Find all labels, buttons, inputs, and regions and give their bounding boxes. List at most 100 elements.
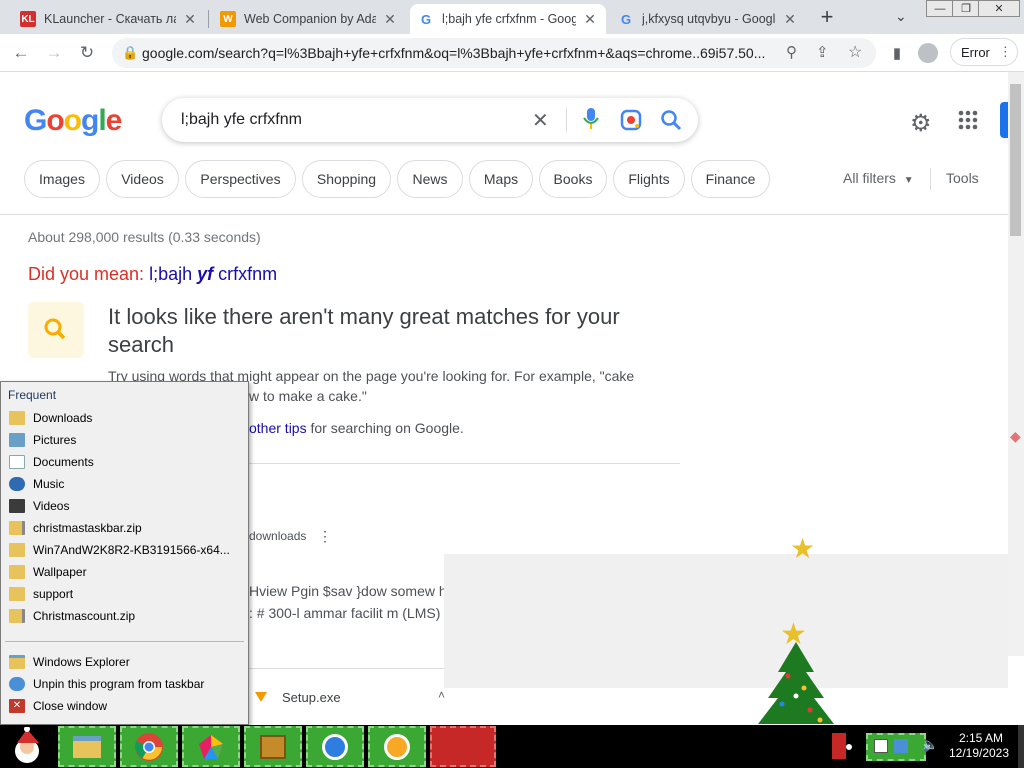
jump-item-videos[interactable]: Videos [9, 496, 69, 516]
back-arrow-icon[interactable]: ← [10, 42, 32, 64]
tab-title: KLauncher - Скачать лау [44, 12, 176, 26]
bookmark-star-icon[interactable]: ☆ [848, 42, 862, 62]
jump-action-close-window[interactable]: ✕ Close window [9, 696, 107, 716]
page-scrollbar[interactable] [1008, 72, 1024, 656]
taskbar-messenger-button[interactable] [306, 726, 364, 767]
chip-maps[interactable]: Maps [469, 160, 533, 198]
tray-icons-group[interactable] [866, 733, 926, 761]
archive-box-icon [260, 734, 286, 759]
side-panel-icon[interactable]: ▮ [886, 42, 908, 64]
clock-time[interactable]: 2:15 AM [950, 731, 1012, 745]
restore-window-icon[interactable]: ❐ [952, 0, 980, 17]
voice-search-mic-icon[interactable] [582, 106, 600, 132]
jump-action-label: Windows Explorer [33, 655, 130, 669]
tray-dot-icon [846, 744, 852, 750]
jump-item-support[interactable]: support [9, 584, 73, 604]
location-pin-icon[interactable]: ⚲ [786, 43, 797, 61]
clock-date[interactable]: 12/19/2023 [946, 746, 1012, 760]
tab-close-icon[interactable]: ✕ [782, 11, 798, 28]
close-browser-icon[interactable]: ✕ [978, 0, 1020, 17]
other-tips-link[interactable]: other tips [249, 420, 307, 436]
taskbar-vpn-button[interactable] [368, 726, 426, 767]
tab-google-search-2[interactable]: G j,kfxysq utqvbyu - Google ✕ [610, 4, 806, 34]
google-apps-grid-icon[interactable] [958, 110, 978, 130]
tab-close-icon[interactable]: ✕ [382, 11, 398, 28]
result-source-label: downloads [249, 529, 307, 543]
did-you-mean: Did you mean: l;bajh yf crfxfnm [28, 264, 277, 285]
google-doodle-logo[interactable]: Google [24, 104, 122, 138]
tab-close-icon[interactable]: ✕ [182, 11, 198, 28]
search-query-input[interactable]: l;bajh yfe crfxfnm [181, 111, 302, 129]
taskbar-app-button[interactable] [182, 726, 240, 767]
share-icon[interactable]: ⇪ [816, 43, 829, 61]
tab-web-companion[interactable]: W Web Companion by Adaw ✕ [212, 4, 406, 34]
download-filename[interactable]: Setup.exe [282, 690, 341, 705]
colorful-pentagon-app-icon [199, 734, 223, 759]
clear-search-icon[interactable]: ✕ [532, 108, 549, 133]
result-more-options-icon[interactable]: ⋮ [318, 528, 332, 545]
lens-camera-icon[interactable] [620, 109, 642, 131]
all-filters-label: All filters [843, 170, 896, 186]
chrome-icon [135, 732, 163, 761]
jump-item-music[interactable]: Music [9, 474, 64, 494]
unpin-icon [9, 677, 25, 691]
sign-in-button-edge[interactable] [1000, 102, 1008, 138]
tab-search-chevron-icon[interactable]: ⌄ [895, 8, 907, 25]
start-button-santa-icon[interactable] [2, 726, 52, 767]
settings-gear-icon[interactable]: ⚙ [910, 109, 932, 138]
jump-item-wallpaper[interactable]: Wallpaper [9, 562, 87, 582]
network-icon[interactable] [874, 739, 888, 753]
chip-books[interactable]: Books [539, 160, 607, 198]
jump-item-christmascount[interactable]: Christmascount.zip [9, 606, 135, 626]
search-magnifier-icon[interactable] [660, 109, 682, 131]
jump-item-label: Downloads [33, 411, 93, 425]
jump-item-christmastaskbar[interactable]: christmastaskbar.zip [9, 518, 142, 538]
jump-action-unpin[interactable]: Unpin this program from taskbar [9, 674, 204, 694]
chip-news[interactable]: News [397, 160, 463, 198]
chip-perspectives[interactable]: Perspectives [185, 160, 296, 198]
tab-google-search-active[interactable]: G l;bajh yfe crfxfnm - Goog ✕ [410, 4, 606, 34]
action-center-flag-icon[interactable] [894, 739, 908, 753]
tab-klauncher[interactable]: KL KLauncher - Скачать лау ✕ [12, 4, 206, 34]
minimize-window-icon[interactable]: — [926, 0, 954, 17]
address-bar[interactable]: 🔒 google.com/search?q=l%3Bbajh+yfe+crfxf… [112, 38, 876, 68]
suggestion-bold: yf [197, 264, 214, 284]
new-tab-plus-icon[interactable]: + [815, 6, 839, 30]
chip-flights[interactable]: Flights [613, 160, 685, 198]
suggestion-part: l;bajh [149, 264, 193, 284]
error-label: Error [961, 44, 990, 60]
chip-images[interactable]: Images [24, 160, 100, 198]
jump-item-documents[interactable]: Documents [9, 452, 94, 472]
chip-shopping[interactable]: Shopping [302, 160, 391, 198]
christmas-tree-icon: ★ [736, 616, 856, 726]
taskbar-active-window-button[interactable] [430, 726, 496, 767]
folder-icon [9, 543, 25, 557]
forward-arrow-icon[interactable]: → [43, 42, 65, 64]
tip-text-cont: w to make a cake." [249, 388, 367, 404]
show-desktop-button[interactable] [1018, 725, 1024, 768]
did-you-mean-link[interactable]: l;bajh yf crfxfnm [149, 264, 277, 284]
chip-finance[interactable]: Finance [691, 160, 770, 198]
jump-item-win7update[interactable]: Win7AndW2K8R2-KB3191566-x64... [9, 540, 230, 560]
tools-button[interactable]: Tools [946, 170, 979, 186]
scrollbar-thumb[interactable] [1010, 84, 1021, 236]
search-box[interactable]: l;bajh yfe crfxfnm ✕ [162, 98, 698, 142]
all-filters-button[interactable]: All filters ▼ [843, 170, 914, 186]
result-snippet-cont: : # 300-l ammar facilit m (LMS) [249, 605, 441, 621]
tab-close-icon[interactable]: ✕ [582, 11, 598, 28]
tab-strip: KL KLauncher - Скачать лау ✕ W Web Compa… [0, 0, 1024, 34]
jump-action-windows-explorer[interactable]: Windows Explorer [9, 652, 130, 672]
reload-icon[interactable]: ↻ [76, 42, 98, 64]
taskbar-archive-button[interactable] [244, 726, 302, 767]
download-expand-icon[interactable]: ˄ [438, 688, 445, 702]
jump-item-pictures[interactable]: Pictures [9, 430, 76, 450]
taskbar-chrome-button[interactable] [120, 726, 178, 767]
jump-item-downloads[interactable]: Downloads [9, 408, 92, 428]
error-button[interactable]: Error ⋮ [950, 38, 1018, 66]
profile-avatar-icon[interactable] [918, 43, 938, 63]
chip-videos[interactable]: Videos [106, 160, 179, 198]
volume-speaker-icon[interactable]: 🔈 [922, 737, 938, 753]
taskbar-explorer-button[interactable] [58, 726, 116, 767]
tab-divider [208, 10, 209, 28]
no-results-search-icon [28, 302, 84, 358]
